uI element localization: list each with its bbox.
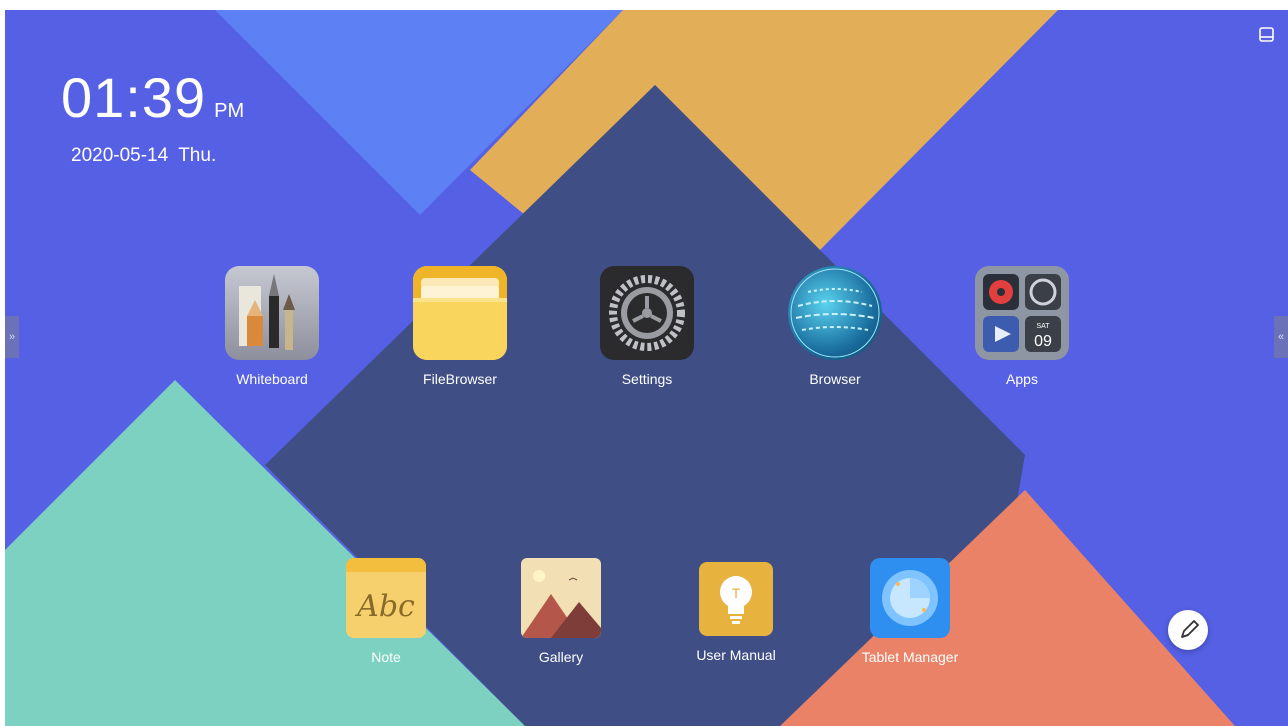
app-tablet-manager[interactable]: Tablet Manager xyxy=(835,558,985,665)
right-sidebar-handle[interactable]: « xyxy=(1274,316,1288,358)
clock-time: 01:39 xyxy=(61,66,207,129)
clock-date: 2020-05-14 xyxy=(71,145,169,166)
note-icon-text: Abc xyxy=(354,589,415,624)
calendar-day-text: SAT xyxy=(1036,323,1050,330)
lightbulb-icon: T xyxy=(699,562,773,636)
app-note[interactable]: Abc Note xyxy=(311,558,461,665)
note-icon: Abc xyxy=(346,558,426,638)
gear-icon xyxy=(600,266,694,360)
clock-weekday: Thu. xyxy=(178,145,217,166)
left-sidebar-handle[interactable]: » xyxy=(5,316,19,358)
app-label: Tablet Manager xyxy=(861,649,959,665)
tablet-manager-icon xyxy=(870,558,950,638)
app-label: Apps xyxy=(1006,371,1038,387)
svg-text:T: T xyxy=(732,585,741,601)
gallery-icon xyxy=(521,558,601,638)
app-user-manual[interactable]: T User Manual xyxy=(661,558,811,663)
app-label: Whiteboard xyxy=(236,371,308,387)
app-label: Gallery xyxy=(538,649,584,665)
app-whiteboard[interactable]: Whiteboard xyxy=(197,266,347,387)
calendar-date-text: 09 xyxy=(1034,333,1052,350)
app-gallery[interactable]: Gallery xyxy=(486,558,636,665)
floating-pen-button[interactable] xyxy=(1168,610,1208,650)
app-label: Settings xyxy=(621,371,673,387)
screen-mode-icon[interactable] xyxy=(1258,26,1276,44)
app-label: Browser xyxy=(809,371,861,387)
app-label: FileBrowser xyxy=(423,371,497,387)
app-label: User Manual xyxy=(696,647,776,663)
app-filebrowser[interactable]: FileBrowser xyxy=(385,266,535,387)
clock-ampm: PM xyxy=(214,100,245,122)
app-apps[interactable]: SAT 09 Apps xyxy=(947,266,1097,387)
clock-date-line: 2020-05-14 Thu. xyxy=(71,145,216,167)
globe-icon xyxy=(788,266,882,360)
pen-icon xyxy=(1181,620,1199,638)
app-settings[interactable]: Settings xyxy=(572,266,722,387)
folder-icon xyxy=(413,266,507,360)
app-browser[interactable]: Browser xyxy=(760,266,910,387)
app-label: Note xyxy=(371,649,401,665)
chevron-right-icon: » xyxy=(8,331,16,343)
chevron-left-icon: « xyxy=(1277,331,1285,343)
launcher-screen: 01:39 PM 2020-05-14 Thu. Whiteboard File… xyxy=(5,10,1288,726)
whiteboard-icon xyxy=(225,266,319,360)
clock-widget: 01:39 PM 2020-05-14 Thu. xyxy=(61,65,245,166)
apps-folder-icon: SAT 09 xyxy=(975,266,1069,360)
